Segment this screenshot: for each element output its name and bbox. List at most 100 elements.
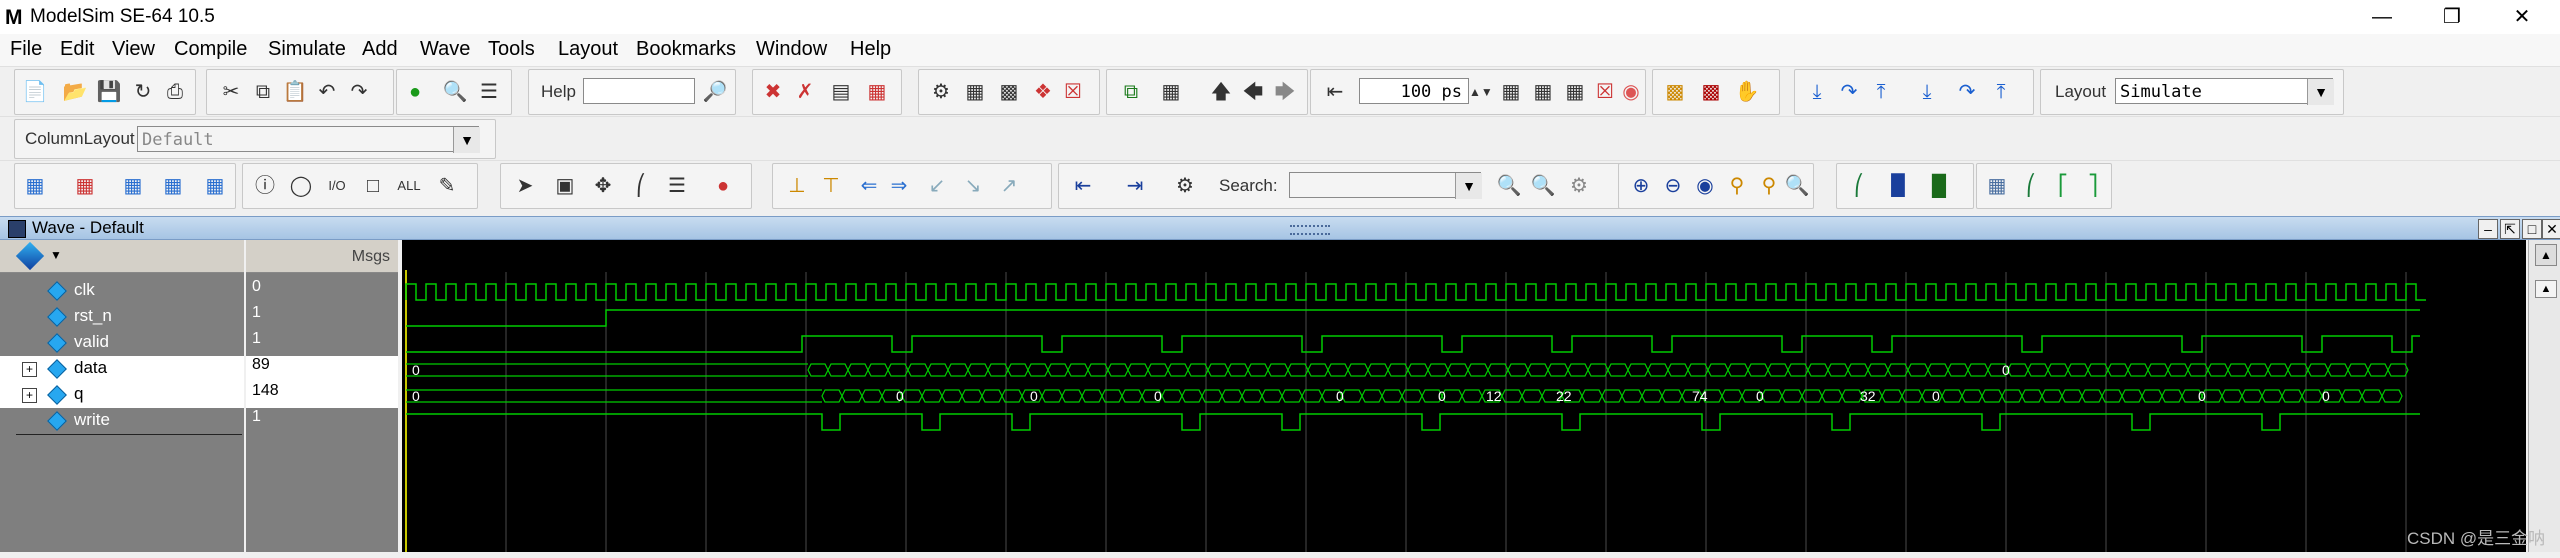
scroll-up-icon[interactable]: ▲ (2535, 244, 2557, 266)
column-layout-dropdown-icon[interactable]: ▼ (453, 127, 480, 153)
insert-group-icon[interactable]: ▦ (119, 172, 147, 200)
insert-divider-icon[interactable]: ▦ (21, 172, 49, 200)
chevron-down-icon[interactable]: ▼ (50, 248, 62, 262)
zoom-cursor-icon[interactable]: ⚲ (1723, 172, 1751, 200)
zoom-out-icon[interactable]: ⊖ (1659, 172, 1687, 200)
forward-arrow-icon[interactable]: 🡆 (1271, 78, 1299, 106)
step-into-icon[interactable]: ⤓ (1803, 78, 1831, 106)
layout-dropdown-icon[interactable]: ▼ (2307, 79, 2334, 105)
panel-close-button[interactable]: ✕ (2542, 219, 2560, 239)
reload-icon[interactable]: ↻ (129, 78, 157, 106)
insert-cursor-icon[interactable]: ▦ (159, 172, 187, 200)
menu-help[interactable]: Help (850, 38, 891, 61)
next-transition-icon[interactable]: ⇒ (885, 172, 913, 200)
env-icon[interactable]: ⧉ (1117, 78, 1145, 106)
wave-window-header[interactable]: Wave - Default – ⇱ □ ✕ (0, 216, 2560, 240)
break-icon[interactable]: ✖ (759, 78, 787, 106)
find-icon[interactable]: 🔍 (441, 78, 469, 106)
signal-row-write[interactable]: write (0, 408, 244, 434)
insert-cursor-line-icon[interactable]: ⎛ (1845, 172, 1873, 200)
panel-dock-button[interactable]: ⇱ (2500, 219, 2520, 239)
lock-cursor-icon[interactable]: █ (1925, 172, 1953, 200)
back-arrow-icon[interactable]: 🡄 (1239, 78, 1267, 106)
chart-icon[interactable]: ▩ (1661, 78, 1689, 106)
undo-icon[interactable]: ↶ (313, 78, 341, 106)
menu-window[interactable]: Window (756, 38, 827, 61)
step-up-icon[interactable]: ⤒ (1987, 78, 2015, 106)
waveform-canvas[interactable]: 0 0 0 0 0 0 0 0 12 22 74 0 32 0 0 0 (402, 240, 2526, 552)
paste-icon[interactable]: 📋 (281, 78, 309, 106)
copy-icon[interactable]: ⧉ (249, 78, 277, 106)
signal-row-valid[interactable]: valid (0, 330, 244, 356)
search-find-all-icon[interactable]: 🔍 (1529, 172, 1557, 200)
add-icon[interactable]: ● (401, 78, 429, 106)
open-icon[interactable]: 📂 (61, 78, 89, 106)
search-find-icon[interactable]: 🔍 (1495, 172, 1523, 200)
style-rising-icon[interactable]: ⎡ (2049, 172, 2077, 200)
format-all-icon[interactable]: ALL (395, 172, 423, 200)
menu-bookmarks[interactable]: Bookmarks (636, 38, 736, 61)
expand-icon[interactable]: ☰ (663, 172, 691, 200)
save-icon[interactable]: 💾 (95, 78, 123, 106)
layout-select[interactable]: Simulate (2115, 78, 2333, 104)
menu-tools[interactable]: Tools (488, 38, 535, 61)
search-settings-icon[interactable]: ⚙ (1565, 172, 1593, 200)
expand-plus-icon[interactable]: + (22, 362, 37, 377)
format-info-icon[interactable]: ⓘ (251, 172, 279, 200)
style-analog-icon[interactable]: ⎛ (2017, 172, 2045, 200)
format-io-icon[interactable]: I/O (323, 172, 351, 200)
step-into-dd-icon[interactable]: ⤓ (1913, 78, 1941, 106)
panel-minimize-button[interactable]: – (2478, 219, 2498, 239)
menu-compile[interactable]: Compile (174, 38, 247, 61)
zoom-last-icon[interactable]: ⚲ (1755, 172, 1783, 200)
stop-icon[interactable]: ◉ (1617, 78, 1645, 106)
zoom-full-icon[interactable]: ◉ (1691, 172, 1719, 200)
restart-icon[interactable]: ⇤ (1321, 78, 1349, 106)
help-search-icon[interactable]: 🔎 (701, 78, 729, 106)
step-over-icon[interactable]: ↷ (1835, 78, 1863, 106)
menu-simulate[interactable]: Simulate (268, 38, 346, 61)
search-back-icon[interactable]: ⇤ (1069, 172, 1097, 200)
prev-falling-icon[interactable]: ↙ (923, 172, 951, 200)
search-options-icon[interactable]: ⚙ (1171, 172, 1199, 200)
vertical-scrollbar[interactable]: ▲ ▲ (2528, 240, 2560, 552)
next-edge-icon[interactable]: ⊤ (817, 172, 845, 200)
menu-add[interactable]: Add (362, 38, 398, 61)
profile-icon[interactable]: ▩ (1697, 78, 1725, 106)
cut-icon[interactable]: ✂ (217, 78, 245, 106)
format-circle-icon[interactable]: ◯ (287, 172, 315, 200)
signal-row-clk[interactable]: clk (0, 278, 244, 304)
print-icon[interactable]: ⎙ (161, 78, 189, 106)
column-layout-select[interactable]: Default (137, 126, 479, 152)
redo-icon[interactable]: ↷ (345, 78, 373, 106)
help-search-input[interactable] (583, 78, 695, 104)
hand-icon[interactable]: ✋ (1733, 78, 1761, 106)
style-falling-icon[interactable]: ⎤ (2079, 172, 2107, 200)
delete-cursor-icon[interactable]: ▉ (1885, 172, 1913, 200)
menu-wave[interactable]: Wave (420, 38, 470, 61)
compile-out-icon[interactable]: ✗ (791, 78, 819, 106)
zoom-box-icon[interactable]: ▣ (551, 172, 579, 200)
menu-layout[interactable]: Layout (558, 38, 618, 61)
edge-icon[interactable]: ⎛ (627, 172, 655, 200)
group-dd-icon[interactable]: ▦ (201, 172, 229, 200)
style-grid-icon[interactable]: ▦ (1983, 172, 2011, 200)
minimize-button[interactable]: — (2360, 2, 2404, 32)
sim-table-icon[interactable]: ▩ (995, 78, 1023, 106)
wave-search-input[interactable] (1289, 172, 1481, 198)
search-forward-icon[interactable]: ⇥ (1121, 172, 1149, 200)
signal-row-rst-n[interactable]: rst_n (0, 304, 244, 330)
menu-edit[interactable]: Edit (60, 38, 94, 61)
pan-icon[interactable]: ✥ (589, 172, 617, 200)
prev-edge-icon[interactable]: ⊥ (783, 172, 811, 200)
run-all-icon[interactable]: ▦ (1561, 78, 1589, 106)
traffic-light-icon[interactable]: ● (709, 172, 737, 200)
drag-handle[interactable] (1290, 225, 1330, 235)
compile-icon[interactable]: ▤ (827, 78, 855, 106)
select-pointer-icon[interactable]: ➤ (511, 172, 539, 200)
simulate-icon[interactable]: ⚙ (927, 78, 955, 106)
maximize-button[interactable]: ❐ (2430, 2, 2474, 32)
next-falling-icon[interactable]: ↘ (959, 172, 987, 200)
menu-view[interactable]: View (112, 38, 155, 61)
up-arrow-icon[interactable]: 🡅 (1207, 78, 1235, 106)
